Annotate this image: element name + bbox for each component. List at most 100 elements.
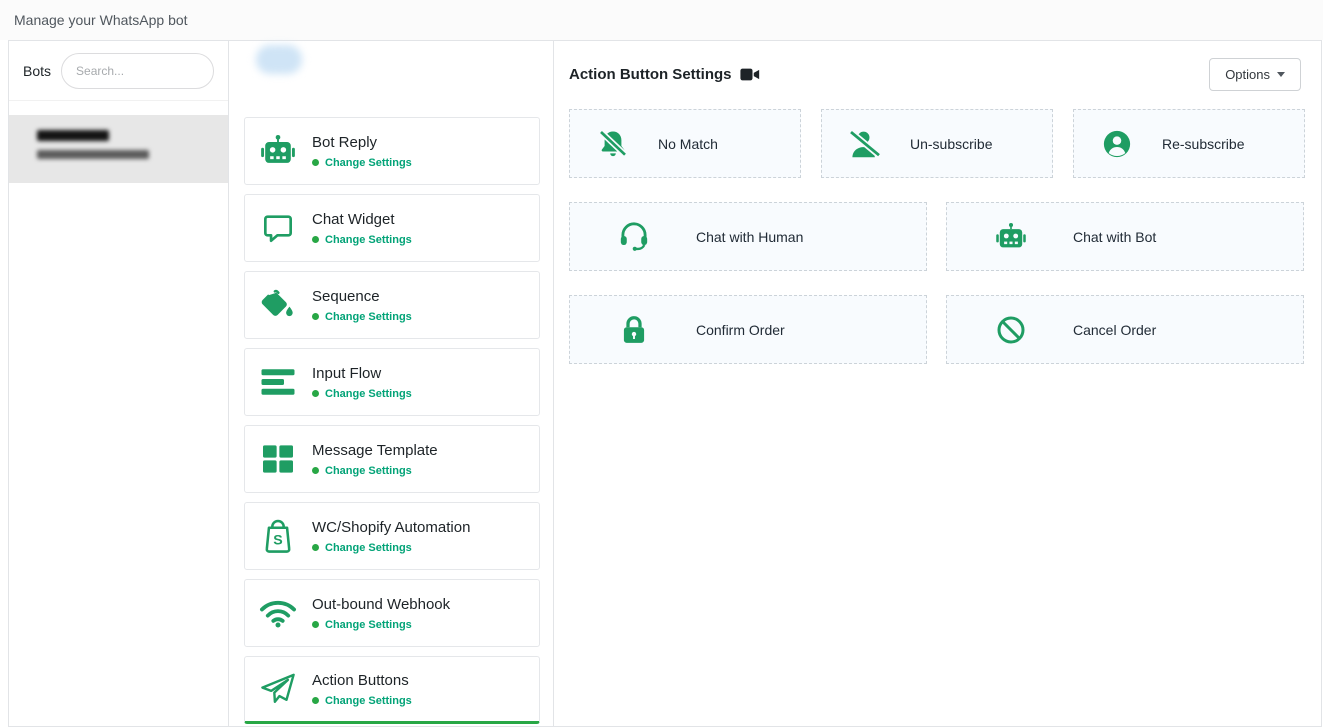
headset-icon [617, 221, 651, 252]
robot-icon [257, 135, 299, 167]
video-camera-icon [740, 67, 760, 82]
shopify-bag-icon: S [257, 519, 299, 553]
change-settings-label: Change Settings [325, 157, 412, 169]
paper-plane-icon [257, 672, 299, 706]
feature-card-body: Chat Widget Change Settings [312, 211, 412, 246]
feature-card-message-template[interactable]: Message Template Change Settings [244, 425, 540, 493]
ban-icon [994, 315, 1028, 345]
action-button-label: Un-subscribe [910, 136, 992, 152]
feature-card-body: WC/Shopify Automation Change Settings [312, 519, 470, 554]
panel-header: Action Button Settings Options [569, 57, 1301, 91]
feature-card-bot-reply[interactable]: Bot Reply Change Settings [244, 117, 540, 185]
change-settings-label: Change Settings [325, 311, 412, 323]
page: Manage your WhatsApp bot Bots [0, 0, 1323, 728]
action-button-label: Chat with Human [696, 229, 803, 245]
change-settings-label: Change Settings [325, 542, 412, 554]
bell-slash-icon [596, 129, 630, 159]
status-dot [312, 313, 319, 320]
feature-title: Action Buttons [312, 672, 412, 689]
feature-card-shopify-automation[interactable]: S WC/Shopify Automation Change Settings [244, 502, 540, 570]
action-button-chat-with-human[interactable]: Chat with Human [569, 202, 927, 271]
feature-card-sequence[interactable]: Sequence Change Settings [244, 271, 540, 339]
feature-card-body: Action Buttons Change Settings [312, 672, 412, 707]
options-button-label: Options [1225, 67, 1270, 82]
status-dot [312, 697, 319, 704]
robot-icon [994, 223, 1028, 251]
status-dot [312, 467, 319, 474]
action-button-no-match[interactable]: No Match [569, 109, 801, 178]
feature-card-body: Input Flow Change Settings [312, 365, 412, 400]
bot-search-input[interactable] [61, 53, 214, 89]
change-settings-link[interactable]: Change Settings [312, 311, 412, 323]
change-settings-link[interactable]: Change Settings [312, 542, 470, 554]
chat-bubble-icon [257, 212, 299, 244]
bot-list-item-selected[interactable] [9, 115, 228, 183]
redacted-blob [256, 45, 302, 74]
change-settings-label: Change Settings [325, 619, 412, 631]
action-button-row-1: No Match Un-subscribe [569, 109, 1305, 178]
action-button-label: Chat with Bot [1073, 229, 1156, 245]
action-button-resubscribe[interactable]: Re-subscribe [1073, 109, 1305, 178]
status-dot [312, 621, 319, 628]
change-settings-link[interactable]: Change Settings [312, 619, 450, 631]
status-dot [312, 159, 319, 166]
feature-card-body: Bot Reply Change Settings [312, 134, 412, 169]
feature-card-action-buttons[interactable]: Action Buttons Change Settings [244, 656, 540, 724]
fill-drip-icon [257, 289, 299, 321]
change-settings-label: Change Settings [325, 234, 412, 246]
status-dot [312, 236, 319, 243]
feature-title: Bot Reply [312, 134, 412, 151]
status-dot [312, 390, 319, 397]
lock-icon [617, 315, 651, 345]
user-circle-icon [1100, 129, 1134, 159]
action-button-settings-panel: Action Button Settings Options [554, 41, 1321, 726]
list-lines-icon [257, 367, 299, 397]
change-settings-label: Change Settings [325, 465, 412, 477]
feature-title: Out-bound Webhook [312, 596, 450, 613]
feature-title: Input Flow [312, 365, 412, 382]
feature-card-chat-widget[interactable]: Chat Widget Change Settings [244, 194, 540, 262]
feature-card-input-flow[interactable]: Input Flow Change Settings [244, 348, 540, 416]
feature-title: WC/Shopify Automation [312, 519, 470, 536]
action-button-label: Re-subscribe [1162, 136, 1244, 152]
action-button-row-3: Confirm Order Cancel Order [569, 295, 1304, 364]
change-settings-label: Change Settings [325, 695, 412, 707]
options-button[interactable]: Options [1209, 58, 1301, 91]
feature-card-list: Bot Reply Change Settings [244, 117, 540, 724]
action-button-cancel-order[interactable]: Cancel Order [946, 295, 1304, 364]
action-button-chat-with-bot[interactable]: Chat with Bot [946, 202, 1304, 271]
top-bar: Manage your WhatsApp bot [0, 0, 1323, 40]
user-slash-icon [848, 130, 882, 158]
action-button-row-2: Chat with Human [569, 202, 1304, 271]
action-button-label: Confirm Order [696, 322, 785, 338]
feature-card-body: Message Template Change Settings [312, 442, 438, 477]
bots-sidebar: Bots [9, 41, 229, 726]
redacted-bot-name [37, 130, 109, 141]
change-settings-link[interactable]: Change Settings [312, 695, 412, 707]
grid-icon [257, 444, 299, 474]
feature-title: Chat Widget [312, 211, 412, 228]
panel-title: Action Button Settings [569, 66, 731, 83]
change-settings-link[interactable]: Change Settings [312, 388, 412, 400]
chevron-down-icon [1277, 72, 1285, 77]
feature-card-body: Out-bound Webhook Change Settings [312, 596, 450, 631]
change-settings-link[interactable]: Change Settings [312, 157, 412, 169]
feature-card-outbound-webhook[interactable]: Out-bound Webhook Change Settings [244, 579, 540, 647]
action-button-unsubscribe[interactable]: Un-subscribe [821, 109, 1053, 178]
change-settings-label: Change Settings [325, 388, 412, 400]
page-title: Manage your WhatsApp bot [14, 12, 188, 28]
status-dot [312, 544, 319, 551]
wifi-icon [257, 598, 299, 628]
action-button-label: Cancel Order [1073, 322, 1156, 338]
svg-text:S: S [273, 533, 282, 549]
feature-title: Message Template [312, 442, 438, 459]
content-frame: Bots [8, 40, 1322, 727]
feature-title: Sequence [312, 288, 412, 305]
sidebar-header: Bots [9, 41, 228, 101]
sidebar-title: Bots [23, 63, 51, 79]
change-settings-link[interactable]: Change Settings [312, 234, 412, 246]
action-button-confirm-order[interactable]: Confirm Order [569, 295, 927, 364]
feature-card-body: Sequence Change Settings [312, 288, 412, 323]
features-column: Bot Reply Change Settings [229, 41, 554, 726]
change-settings-link[interactable]: Change Settings [312, 465, 438, 477]
